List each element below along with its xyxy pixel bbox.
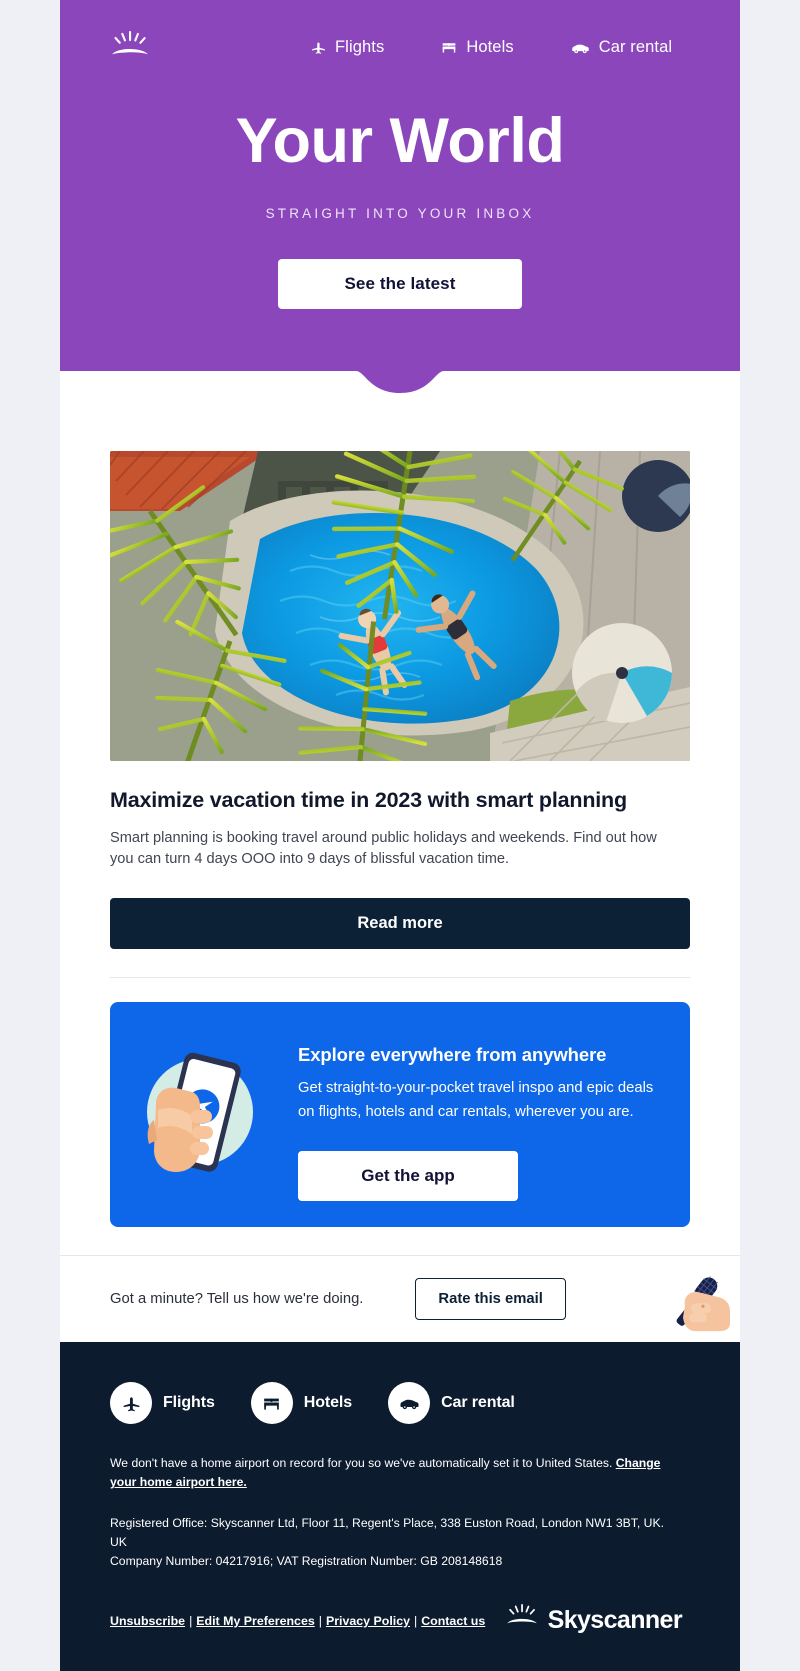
app-promo-body: Get straight-to-your-pocket travel inspo… [298, 1080, 654, 1121]
plane-icon [110, 1382, 152, 1425]
contact-us-link[interactable]: Contact us [421, 1614, 485, 1628]
link-separator: | [414, 1613, 418, 1628]
footer-nav-label-flights: Flights [163, 1394, 215, 1412]
rate-this-email-button[interactable]: Rate this email [415, 1278, 566, 1321]
nav-item-hotels[interactable]: Hotels [440, 38, 514, 57]
phone-in-hand-illustration [128, 1026, 288, 1201]
footer-nav-car-rental[interactable]: Car rental [388, 1382, 515, 1425]
car-icon [570, 39, 591, 56]
car-icon [388, 1382, 431, 1425]
nav-item-flights[interactable]: Flights [310, 38, 384, 57]
sunburst-logo-icon [505, 1604, 539, 1637]
unsubscribe-link[interactable]: Unsubscribe [110, 1614, 185, 1628]
header-nav-bar: Flights Hotels Car rental [60, 0, 740, 95]
hero-subtitle: STRAIGHT INTO YOUR INBOX [265, 206, 535, 221]
microphone-hand-illustration [655, 1270, 740, 1332]
sunburst-logo-icon[interactable] [110, 30, 150, 65]
link-separator: | [189, 1613, 193, 1628]
read-more-button[interactable]: Read more [110, 898, 690, 950]
see-the-latest-button[interactable]: See the latest [278, 259, 522, 309]
rate-prompt-text: Got a minute? Tell us how we're doing. [110, 1291, 364, 1308]
hero-title: Your World [235, 106, 565, 176]
header-nav-links: Flights Hotels Car rental [310, 38, 672, 57]
home-airport-note: We don't have a home airport on record f… [110, 1424, 682, 1492]
home-airport-note-text: We don't have a home airport on record f… [110, 1456, 616, 1471]
nav-item-car-rental[interactable]: Car rental [570, 38, 672, 57]
footer-bottom-bar: Unsubscribe | Edit My Preferences | Privacy … [110, 1571, 690, 1637]
plane-icon [310, 39, 327, 56]
footer-links: Unsubscribe | Edit My Preferences | Privacy … [110, 1614, 485, 1628]
hero-section: Flights Hotels Car rental Your World STR… [60, 0, 740, 401]
article-hero-image[interactable] [110, 451, 690, 761]
email-body: Flights Hotels Car rental Your World STR… [60, 0, 740, 1671]
footer-logo[interactable]: Skyscanner [505, 1604, 690, 1637]
legal-line-1: Registered Office: Skyscanner Ltd, Floor… [110, 1516, 664, 1550]
footer-nav-label-car-rental: Car rental [441, 1394, 515, 1412]
hero-notch-shape [60, 371, 740, 401]
footer-nav-flights[interactable]: Flights [110, 1382, 215, 1425]
app-promo-title: Explore everywhere from anywhere [298, 1044, 607, 1066]
nav-label-flights: Flights [335, 38, 385, 56]
footer-logo-wordmark: Skyscanner [547, 1606, 683, 1635]
edit-my-preferences-link[interactable]: Edit My Preferences [196, 1614, 314, 1628]
footer: Flights Hotels Car rental We don't have … [60, 1342, 740, 1671]
rate-email-section: Got a minute? Tell us how we're doing. R… [60, 1256, 740, 1342]
article-body: Smart planning is booking travel around … [110, 829, 657, 867]
bed-icon [250, 1382, 293, 1425]
legal-text: Registered Office: Skyscanner Ltd, Floor… [110, 1492, 670, 1571]
get-the-app-button[interactable]: Get the app [298, 1151, 518, 1202]
legal-line-2: Company Number: 04217916; VAT Registrati… [110, 1554, 503, 1569]
privacy-policy-link[interactable]: Privacy Policy [326, 1614, 410, 1628]
article-title: Maximize vacation time in 2023 with smar… [110, 788, 627, 812]
nav-label-car-rental: Car rental [598, 38, 673, 56]
app-promo-card: Explore everywhere from anywhere Get str… [110, 1002, 690, 1228]
footer-nav-label-hotels: Hotels [303, 1394, 353, 1412]
article-section: Maximize vacation time in 2023 with smar… [60, 401, 740, 979]
app-promo-section: Explore everywhere from anywhere Get str… [60, 978, 740, 1255]
footer-nav: Flights Hotels Car rental [110, 1382, 690, 1425]
footer-nav-hotels[interactable]: Hotels [250, 1382, 353, 1425]
hero-cta-row: See the latest [60, 221, 740, 372]
bed-icon [440, 39, 458, 56]
app-promo-text: Explore everywhere from anywhere Get str… [298, 1026, 664, 1202]
link-separator: | [318, 1613, 322, 1628]
nav-label-hotels: Hotels [466, 38, 514, 56]
